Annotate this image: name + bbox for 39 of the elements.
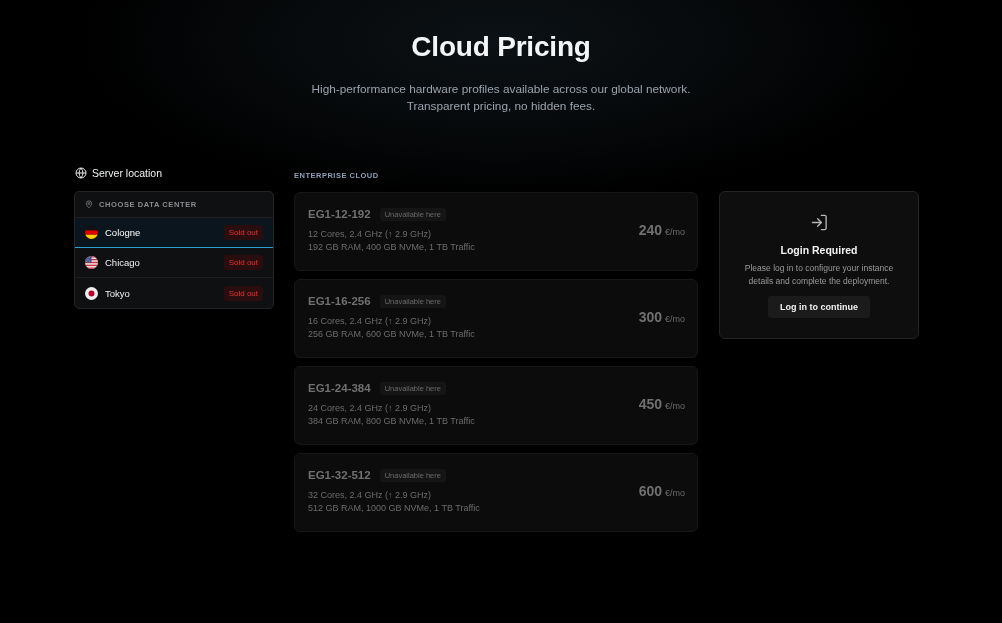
location-item[interactable]: Tokyo Sold out (75, 278, 273, 308)
price-amount: 450 (638, 396, 662, 412)
spec-text: 256 GB RAM, 600 GB NVMe, 1 TB Traffic (308, 328, 476, 341)
section-heading: Server location (92, 167, 163, 179)
card-title: Login Required (780, 243, 858, 257)
plan-name: EG1-16-256 (308, 295, 371, 307)
login-icon (810, 214, 828, 231)
subtitle-text: High-performance hardware profiles available across our global network. (311, 81, 691, 98)
spec-text: 16 Cores, 2.4 GHz (↑ 2.9 GHz) (308, 315, 433, 328)
status-badge: Sold out (223, 225, 263, 240)
plan-name: EG1-24-384 (308, 382, 371, 394)
subtitle-text: Transparent pricing, no hidden fees. (406, 98, 596, 115)
price-amount: 300 (638, 309, 662, 325)
price-amount: 600 (638, 483, 662, 499)
status-badge: Sold out (223, 285, 263, 301)
price-unit: €/mo (665, 314, 685, 324)
card-message: Please log in to configure your instance details and complete the deployment. (743, 262, 895, 288)
flag-icon (85, 256, 98, 269)
price-unit: €/mo (665, 401, 685, 411)
globe-icon (75, 167, 87, 179)
flag-icon (85, 226, 98, 239)
map-pin-icon (85, 200, 93, 209)
spec-text: 24 Cores, 2.4 GHz (↑ 2.9 GHz) (308, 402, 433, 415)
spec-text: 384 GB RAM, 800 GB NVMe, 1 TB Traffic (308, 415, 476, 428)
plan-name: EG1-32-512 (308, 469, 371, 481)
spec-text: 192 GB RAM, 400 GB NVMe, 1 TB Traffic (308, 241, 476, 254)
login-button[interactable]: Log in to continue (768, 296, 870, 318)
location-item[interactable]: Cologne Sold out (75, 218, 273, 248)
flag-icon (85, 286, 98, 300)
price-amount: 240 (638, 222, 662, 238)
spec-text: 12 Cores, 2.4 GHz (↑ 2.9 GHz) (308, 228, 433, 241)
page-title: Cloud Pricing (411, 30, 591, 64)
plan-name: EG1-12-192 (308, 208, 371, 220)
status-badge: Sold out (223, 255, 263, 270)
spec-text: 32 Cores, 2.4 GHz (↑ 2.9 GHz) (308, 489, 433, 502)
location-item[interactable]: Chicago Sold out (75, 248, 273, 278)
price-unit: €/mo (665, 227, 685, 237)
price-unit: €/mo (665, 488, 685, 498)
spec-text: 512 GB RAM, 1000 GB NVMe, 1 TB Traffic (308, 502, 481, 515)
